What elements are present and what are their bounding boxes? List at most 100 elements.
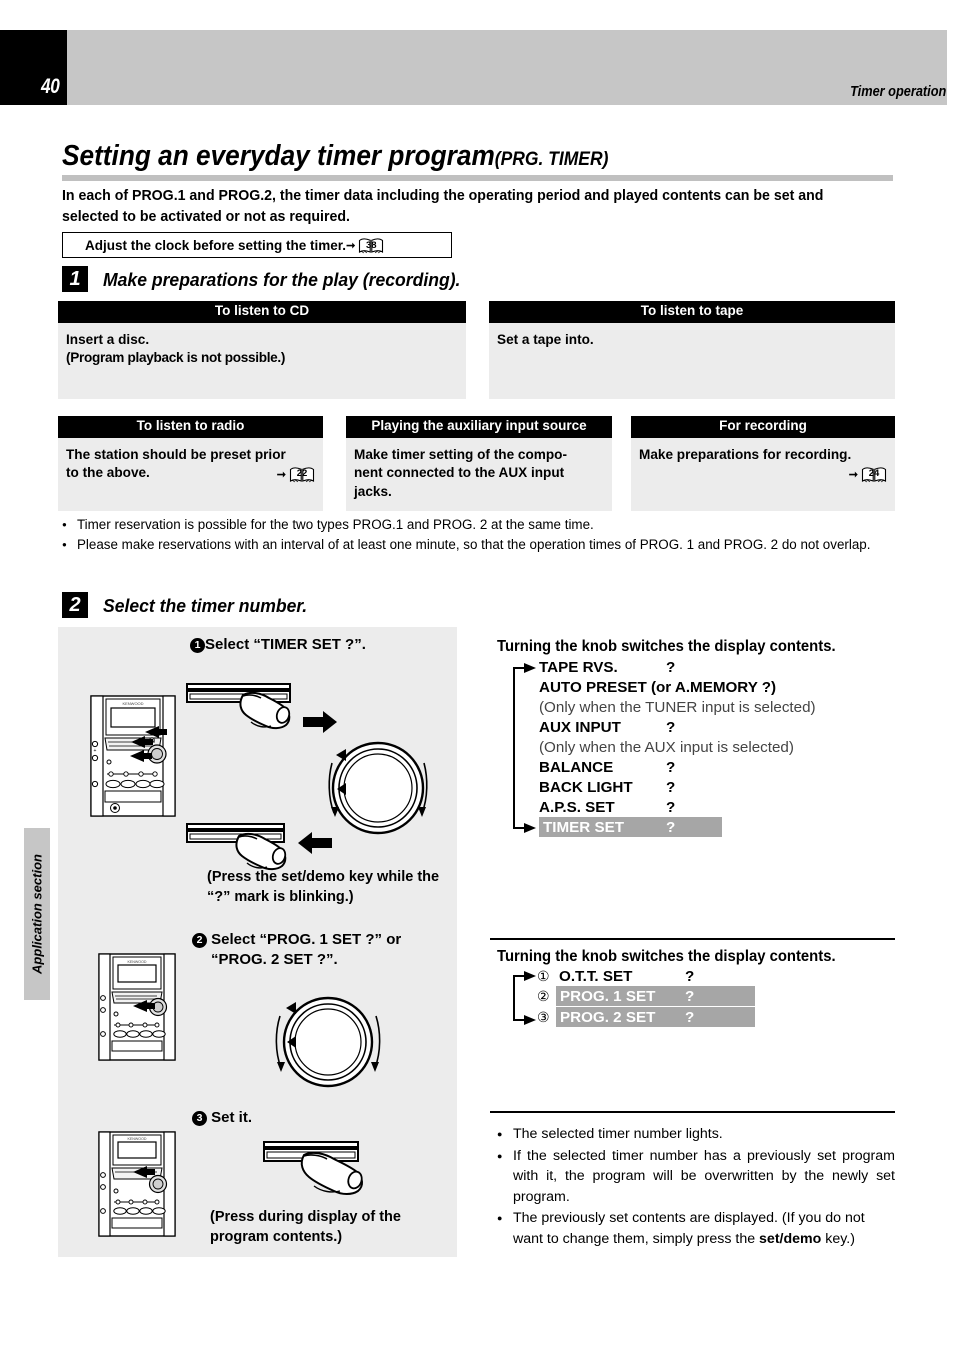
page-title-main: Setting an everyday timer program	[62, 140, 495, 172]
display-row-label: BACK LIGHT	[539, 779, 633, 796]
side-tab-inner: Application section	[24, 828, 50, 1000]
info-box-line: jacks.	[354, 483, 392, 499]
info-box-line: Make preparations for recording.	[639, 446, 852, 462]
display-row: (Only when the TUNER input is selected)	[503, 698, 903, 718]
info-box-body: The station should be preset prior to th…	[58, 437, 323, 511]
info-box-listen-to-cd: To listen to CD Insert a disc. (Program …	[58, 301, 466, 399]
display-row-label: BALANCE	[539, 759, 614, 776]
display-row-value: ?	[685, 968, 695, 985]
set-demo-key-press-top	[185, 682, 300, 730]
display-row-selected: ② PROG. 1 SET ?	[503, 986, 903, 1008]
display-row-value: ?	[666, 819, 676, 836]
display-contents-heading-2: Turning the knob switches the display co…	[497, 948, 836, 965]
substep-2-label: 2 Select “PROG. 1 SET ?” or “PROG. 2 SET…	[192, 930, 442, 969]
info-box-line: Insert a disc.	[66, 331, 150, 347]
display-row-value: ?	[666, 779, 676, 796]
book-page-reference-number: 38	[365, 239, 377, 251]
display-row-value: ?	[666, 659, 676, 676]
clock-adjust-note-label: Adjust the clock before setting the time…	[85, 237, 347, 253]
info-box-title: To listen to radio	[58, 416, 323, 438]
substep-1-marker: 1	[190, 638, 205, 653]
display-row: BACK LIGHT ?	[503, 778, 903, 798]
section-divider	[490, 1111, 895, 1113]
display-row-selected: ③ PROG. 2 SET ?	[503, 1007, 903, 1029]
display-row-value: ?	[685, 1009, 695, 1026]
set-demo-key-term: set/demo	[759, 1230, 822, 1247]
page-header-bar	[0, 30, 947, 105]
info-box-for-recording: For recording Make preparations for reco…	[631, 416, 895, 511]
rotary-knob-icon	[318, 733, 438, 843]
display-row-label: A.P.S. SET	[539, 799, 615, 816]
display-contents-list-1: TAPE RVS. ? AUTO PRESET (or A.MEMORY ?) …	[503, 658, 903, 839]
display-row-value: ?	[685, 988, 695, 1005]
substep-3-text: Set it.	[211, 1109, 253, 1126]
loop-arrow-icon	[506, 660, 540, 836]
page-number: 40	[40, 75, 60, 98]
page-title-suffix: (PRG. TIMER)	[494, 149, 609, 170]
display-row-label: AUX INPUT	[539, 719, 621, 736]
clock-adjust-note-box: Adjust the clock before setting the time…	[62, 232, 452, 258]
page-reference: ➞ 22	[277, 466, 315, 484]
stereo-system-icon: KENWOOD	[93, 952, 181, 1062]
book-page-reference-number: 24	[868, 467, 880, 479]
set-demo-key-press-bottom	[185, 822, 300, 872]
substep-1-label: 1 Select “TIMER SET ?”.	[190, 635, 366, 655]
info-box-title: To listen to CD	[58, 301, 466, 323]
display-contents-heading-1: Turning the knob switches the display co…	[497, 638, 836, 655]
step-1-badge: 1	[62, 266, 88, 292]
display-row: (Only when the AUX input is selected)	[503, 738, 903, 758]
display-row-value: ?	[666, 759, 676, 776]
substep-1-caption: (Press the set/demo key while the “?” ma…	[207, 869, 440, 905]
substep-3-marker: 3	[192, 1111, 207, 1126]
info-box-body: Make timer setting of the compo- nent co…	[346, 437, 612, 511]
book-page-reference-icon: 22	[289, 466, 315, 483]
arrow-right-icon: ➞	[276, 468, 286, 481]
display-row-label: (Only when the AUX input is selected)	[539, 739, 794, 756]
svg-text:KENWOOD: KENWOOD	[122, 701, 143, 706]
arrow-left-icon	[298, 832, 333, 854]
info-box-title: Playing the auxiliary input source	[346, 416, 612, 438]
display-row: A.P.S. SET ?	[503, 798, 903, 818]
substep-2-marker: 2	[192, 933, 207, 948]
display-row-label: PROG. 2 SET	[560, 1009, 656, 1026]
info-box-line: (Program playback is not possible.)	[66, 350, 286, 366]
step-2-badge: 2	[62, 592, 88, 618]
bullet-item: If the selected timer number has a previ…	[497, 1146, 895, 1208]
rotary-knob-icon	[258, 990, 398, 1095]
section-title: Timer operation	[849, 84, 946, 100]
info-box-line: nent connected to the AUX input	[354, 465, 565, 481]
info-box-line: The station should be preset prior	[66, 446, 286, 462]
bullet-item-text: The previously set contents are displaye…	[513, 1210, 865, 1247]
info-box-body: Insert a disc. (Program playback is not …	[58, 322, 466, 399]
info-box-body: Make preparations for recording. ➞ 24	[631, 437, 895, 511]
step-1-bullet-list: Timer reservation is possible for the tw…	[62, 515, 897, 555]
book-page-reference-number: 22	[296, 467, 308, 479]
display-row-label: (Only when the TUNER input is selected)	[539, 699, 816, 716]
info-box-listen-to-tape: To listen to tape Set a tape into.	[489, 301, 895, 399]
page-title: Setting an everyday timer program(PRG. T…	[62, 140, 608, 173]
display-contents-list-2: ① O.T.T. SET ? ② PROG. 1 SET ? ③ PROG. 2…	[503, 967, 903, 1029]
intro-paragraph: In each of PROG.1 and PROG.2, the timer …	[62, 188, 824, 225]
step-1-heading: Make preparations for the play (recordin…	[103, 269, 461, 290]
info-box-title: To listen to tape	[489, 301, 895, 323]
title-underline	[62, 175, 893, 181]
info-box-body: Set a tape into.	[489, 322, 895, 399]
loop-arrow-icon	[506, 968, 540, 1028]
display-row-label: AUTO PRESET (or A.MEMORY ?)	[539, 679, 777, 696]
substep-2-text-line1: Select “PROG. 1 SET ?” or	[211, 931, 402, 948]
side-tab-application-section: Application section	[24, 828, 50, 1000]
display-row: AUX INPUT ?	[503, 718, 903, 738]
stereo-system-icon: KENWOOD	[93, 1130, 181, 1238]
display-row-selected: TIMER SET ?	[503, 817, 903, 839]
side-tab-label: Application section	[29, 854, 45, 974]
bullet-item: Please make reservations with an interva…	[62, 535, 897, 555]
substep-3-label: 3 Set it.	[192, 1108, 252, 1128]
substep-1-text: Select “TIMER SET ?”.	[205, 636, 366, 653]
arrow-right-icon: ➞	[848, 468, 858, 481]
display-row-label: O.T.T. SET	[559, 968, 633, 985]
stereo-system-icon: KENWOOD +	[83, 694, 183, 818]
display-row-value: ?	[666, 719, 676, 736]
substep-3-caption: (Press during display of the program con…	[210, 1209, 401, 1245]
book-page-reference-icon: 38	[358, 237, 384, 254]
svg-text:+: +	[94, 748, 97, 754]
